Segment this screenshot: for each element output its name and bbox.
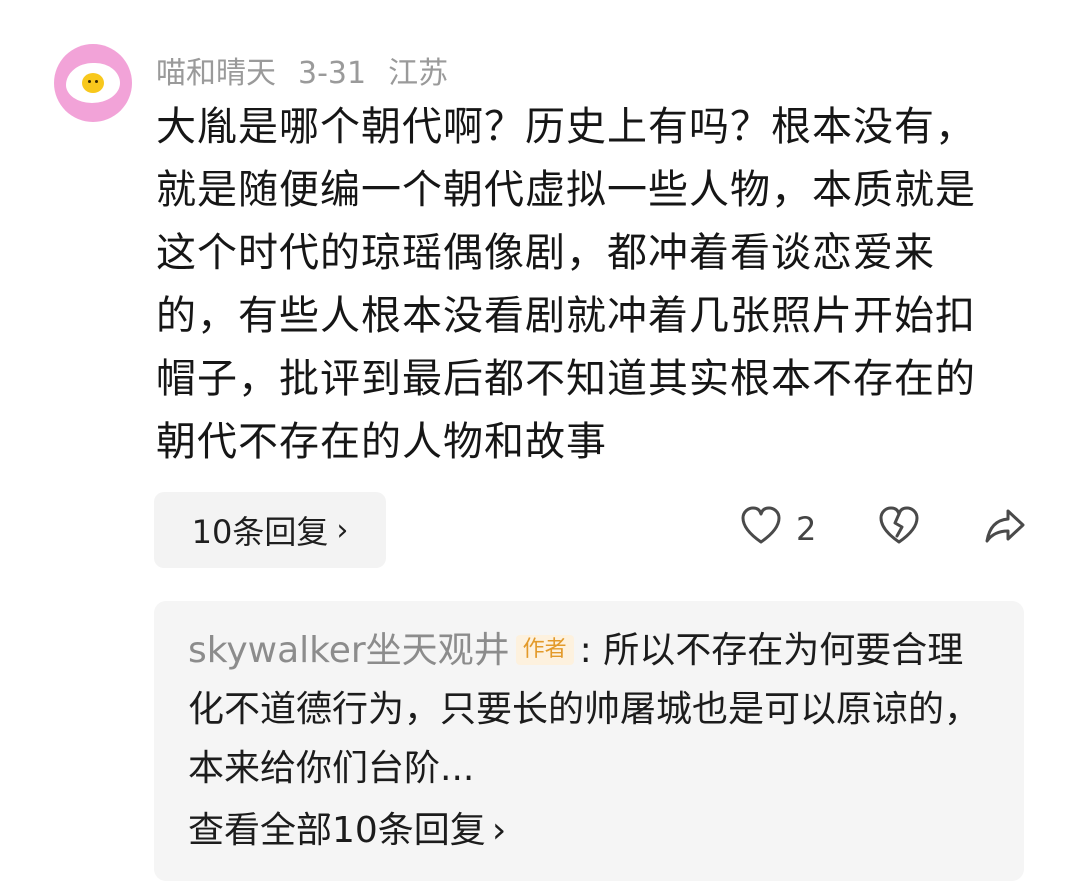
broken-heart-icon[interactable] xyxy=(878,506,920,546)
view-all-replies-label: 查看全部10条回复 xyxy=(188,810,486,851)
reply-separator: : xyxy=(579,630,592,671)
view-replies-button[interactable]: 10条回复 › xyxy=(154,492,386,568)
author-badge: 作者 xyxy=(515,635,574,665)
comment-text: 大胤是哪个朝代啊？历史上有吗？根本没有，就是随便编一个朝代虚拟一些人物，本质就是… xyxy=(156,104,976,465)
chevron-right-icon: › xyxy=(336,512,349,548)
chevron-right-icon: › xyxy=(491,810,507,851)
comment-username[interactable]: 喵和晴天 xyxy=(156,56,276,91)
view-replies-label: 10条回复 xyxy=(191,513,329,551)
comment-location: 江苏 xyxy=(388,56,449,91)
comment-meta: 喵和晴天 3-31 江苏 xyxy=(156,48,470,92)
reply-preview[interactable]: skywalker坐天观井 作者: 所以不存在为何要合理化不道德行为，只要长的帅屠… xyxy=(154,601,1024,881)
share-arrow-icon[interactable] xyxy=(984,508,1026,544)
like-count: 2 xyxy=(796,510,817,548)
fried-egg-avatar-icon xyxy=(66,63,120,103)
heart-outline-icon[interactable] xyxy=(740,506,782,546)
reply-preview-body: skywalker坐天观井 作者: 所以不存在为何要合理化不道德行为，只要长的帅屠… xyxy=(188,621,998,798)
user-avatar[interactable] xyxy=(54,44,132,122)
reply-username[interactable]: skywalker坐天观井 xyxy=(188,630,510,671)
view-all-replies-link[interactable]: 查看全部10条回复 › xyxy=(188,801,506,853)
comment-date: 3-31 xyxy=(298,56,367,91)
